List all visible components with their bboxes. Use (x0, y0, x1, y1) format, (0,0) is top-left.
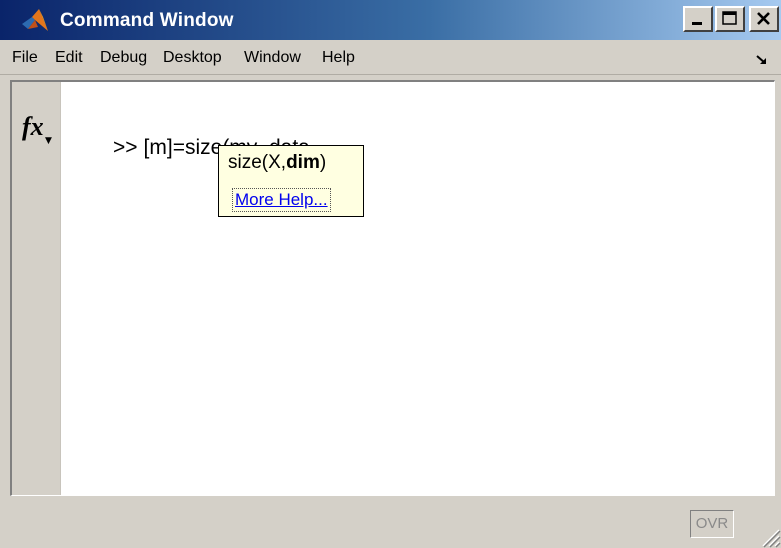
command-prompt: >> (113, 136, 138, 159)
signature-bold-arg: dim (286, 152, 320, 173)
minimize-icon (692, 22, 702, 25)
maximize-icon (722, 11, 737, 25)
status-bar: OVR (0, 500, 781, 548)
undock-arrow-icon[interactable] (755, 54, 769, 66)
function-hint-tooltip: size(X,dim) More Help... (218, 145, 364, 217)
command-window: Command Window File Edit Debug Desktop W… (0, 0, 781, 548)
close-icon (757, 12, 770, 25)
menu-help[interactable]: Help (322, 49, 355, 67)
menu-file[interactable]: File (12, 49, 38, 67)
fx-function-browser-icon[interactable]: fx (22, 112, 44, 142)
menu-desktop[interactable]: Desktop (163, 49, 222, 67)
ovr-indicator: OVR (690, 510, 734, 538)
command-area[interactable]: fx ▼ >>[m]=size(my_data, (10, 80, 775, 496)
function-browser-gutter: fx ▼ (12, 82, 61, 495)
close-button[interactable] (749, 6, 779, 32)
menu-bar: File Edit Debug Desktop Window Help (0, 40, 781, 75)
more-help-link[interactable]: More Help... (232, 188, 331, 212)
matlab-logo-icon (22, 9, 48, 31)
function-signature: size(X,dim) (228, 152, 327, 173)
maximize-button[interactable] (715, 6, 745, 32)
menu-debug[interactable]: Debug (100, 49, 147, 67)
menu-edit[interactable]: Edit (55, 49, 83, 67)
menu-window[interactable]: Window (244, 49, 301, 67)
window-title: Command Window (60, 10, 234, 31)
fx-dropdown-icon: ▼ (45, 136, 52, 146)
title-bar[interactable]: Command Window (0, 0, 781, 40)
minimize-button[interactable] (683, 6, 713, 32)
resize-grip-icon[interactable] (757, 524, 781, 548)
